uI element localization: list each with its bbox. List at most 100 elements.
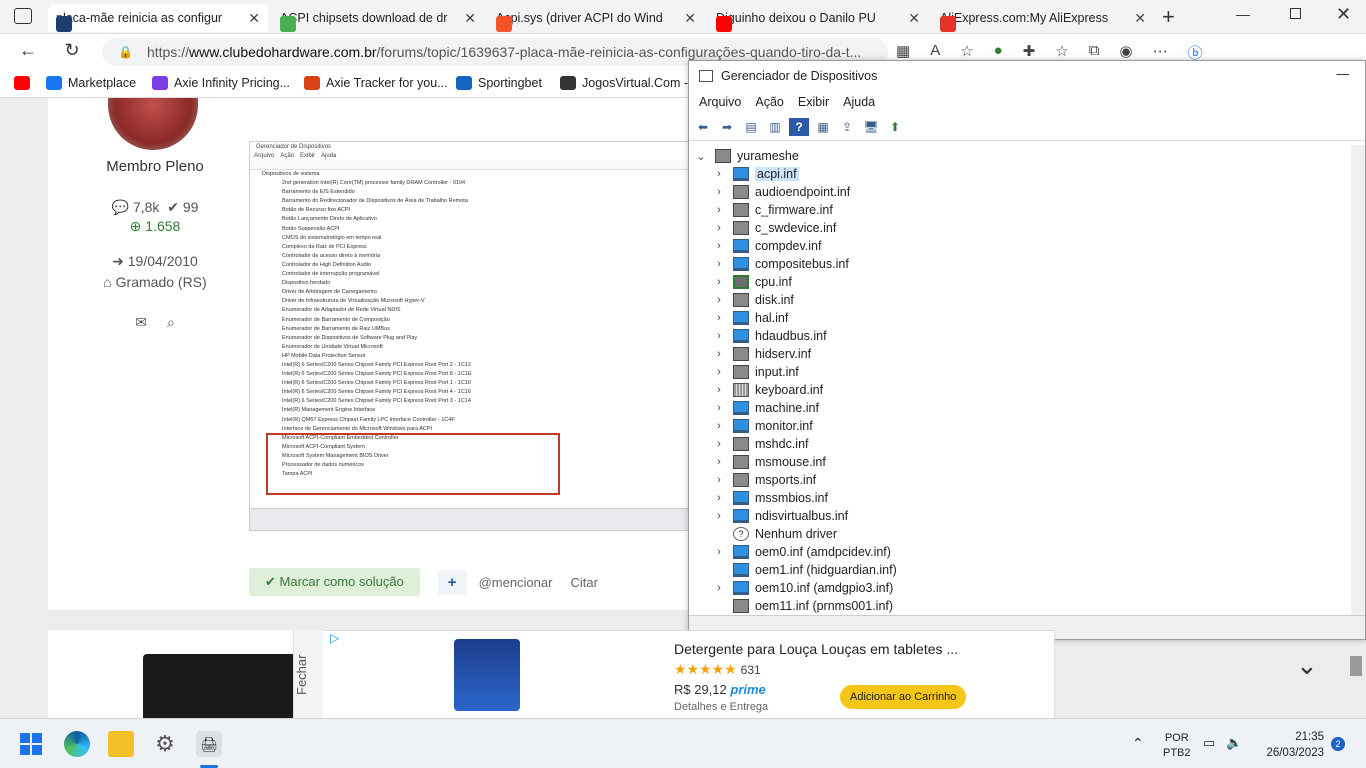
dm-menu-item[interactable]: Ação xyxy=(755,95,784,109)
ad-banner[interactable]: Detergente para Louça Louças em tabletes… xyxy=(293,630,1055,720)
expand-chevron-icon[interactable]: › xyxy=(711,258,727,270)
dm-scrollbar[interactable] xyxy=(1351,145,1365,615)
device-tree-item[interactable]: › hidserv.inf xyxy=(711,345,811,363)
device-tree-item[interactable]: › keyboard.inf xyxy=(711,381,823,399)
device-tree-item[interactable]: › compdev.inf xyxy=(711,237,821,255)
envelope-icon[interactable]: ✉ xyxy=(135,314,167,330)
expand-chevron-icon[interactable]: › xyxy=(711,348,727,360)
edge-icon[interactable] xyxy=(64,731,90,757)
scan-hardware-icon[interactable]: 🖥 xyxy=(861,118,881,136)
ad-close-button[interactable]: Fechar xyxy=(293,630,323,720)
browser-tab[interactable]: AliExpress.com:My AliExpress ✕ xyxy=(932,4,1154,32)
forward-arrow-icon[interactable]: ➡ xyxy=(717,118,737,136)
tab-close-icon[interactable]: ✕ xyxy=(684,10,696,27)
device-tree-item[interactable]: › acpi.inf xyxy=(711,165,799,183)
browser-tab[interactable]: Acpi.sys (driver ACPI do Wind ✕ xyxy=(488,4,704,32)
details-view-icon[interactable]: ▦ xyxy=(813,118,833,136)
add-button[interactable]: + xyxy=(437,569,467,595)
back-icon[interactable]: ← xyxy=(14,40,42,61)
favorite-link[interactable]: JogosVirtual.Com -... xyxy=(560,76,698,90)
dm-minimize-icon[interactable]: — xyxy=(1337,67,1350,81)
tab-actions-icon[interactable] xyxy=(14,8,32,24)
quote-link[interactable]: Citar xyxy=(570,575,597,590)
device-tree-item[interactable]: › audioendpoint.inf xyxy=(711,183,850,201)
tab-close-icon[interactable]: ✕ xyxy=(908,10,920,27)
device-tree-item[interactable]: › input.inf xyxy=(711,363,799,381)
expand-chevron-icon[interactable]: › xyxy=(711,474,727,486)
device-tree-item[interactable]: › msmouse.inf xyxy=(711,453,826,471)
device-tree-item[interactable]: › mssmbios.inf xyxy=(711,489,828,507)
list-view-icon[interactable]: ▥ xyxy=(765,118,785,136)
expand-chevron-icon[interactable]: › xyxy=(711,366,727,378)
device-tree-item[interactable]: › msports.inf xyxy=(711,471,816,489)
device-tree-item[interactable]: › mshdc.inf xyxy=(711,435,809,453)
device-tree-item[interactable]: › hdaudbus.inf xyxy=(711,327,827,345)
device-manager-task-icon[interactable]: 🖨 xyxy=(196,731,222,757)
device-tree-item[interactable]: oem1.inf (hidguardian.inf) xyxy=(711,561,897,579)
expand-chevron-icon[interactable]: › xyxy=(711,402,727,414)
back-arrow-icon[interactable]: ⬅ xyxy=(693,118,713,136)
minimize-icon[interactable]: — xyxy=(1236,6,1250,22)
tree-root[interactable]: ⌄ yurameshe xyxy=(693,147,799,165)
expand-chevron-icon[interactable]: › xyxy=(711,204,727,216)
restore-icon[interactable] xyxy=(1290,8,1301,19)
mark-solution-button[interactable]: ✔ Marcar como solução xyxy=(249,568,420,596)
favorite-link[interactable]: Sportingbet xyxy=(456,76,542,90)
device-tree-item[interactable]: › disk.inf xyxy=(711,291,794,309)
collapse-chevron-icon[interactable]: ⌄ xyxy=(693,150,709,163)
tab-close-icon[interactable]: ✕ xyxy=(464,10,476,27)
close-window-icon[interactable]: ✕ xyxy=(1336,4,1351,25)
clock[interactable]: 21:35 26/03/2023 xyxy=(1258,729,1324,761)
device-tree-item[interactable]: › monitor.inf xyxy=(711,417,813,435)
expand-chevron-icon[interactable]: › xyxy=(711,420,727,432)
browser-tab[interactable]: placa-mãe reinicia as configur ✕ xyxy=(48,4,268,32)
add-legacy-icon[interactable]: ⬆ xyxy=(885,118,905,136)
device-tree-item[interactable]: › ndisvirtualbus.inf xyxy=(711,507,848,525)
tab-close-icon[interactable]: ✕ xyxy=(1134,10,1146,27)
device-tree-item[interactable]: › c_firmware.inf xyxy=(711,201,833,219)
favorite-link[interactable]: Axie Infinity Pricing... xyxy=(152,76,290,90)
post-screenshot[interactable]: Gerenciador de Dispositivos Arquivo Ação E… xyxy=(249,141,689,531)
page-scrollbar-thumb[interactable] xyxy=(1350,656,1362,676)
device-tree-item[interactable]: › hal.inf xyxy=(711,309,788,327)
expand-chevron-icon[interactable]: › xyxy=(711,222,727,234)
expand-chevron-icon[interactable]: › xyxy=(711,582,727,594)
expand-chevron-icon[interactable]: › xyxy=(711,330,727,342)
notification-badge[interactable]: 2 xyxy=(1331,737,1345,751)
device-tree-item[interactable]: oem11.inf (prnms001.inf) xyxy=(711,597,893,615)
device-tree-item[interactable]: › oem10.inf (amdgpio3.inf) xyxy=(711,579,893,597)
device-tree-item[interactable]: › cpu.inf xyxy=(711,273,792,291)
expand-chevron-icon[interactable]: › xyxy=(711,546,727,558)
favorite-link[interactable]: Axie Tracker for you... xyxy=(304,76,448,90)
expand-chevron-icon[interactable]: › xyxy=(711,510,727,522)
dm-menu-item[interactable]: Arquivo xyxy=(699,95,741,109)
expand-chevron-icon[interactable]: › xyxy=(711,186,727,198)
properties-icon[interactable]: ▤ xyxy=(741,118,761,136)
device-tree-item[interactable]: › compositebus.inf xyxy=(711,255,849,273)
collapse-chevron-icon[interactable]: ⌄ xyxy=(1296,650,1318,681)
add-to-cart-button[interactable]: Adicionar ao Carrinho xyxy=(840,685,967,709)
favorite-link[interactable] xyxy=(14,76,36,90)
adchoices-icon[interactable]: ▷ xyxy=(330,631,339,645)
browser-tab[interactable]: ACPI chipsets download de dr ✕ xyxy=(272,4,484,32)
product-title[interactable]: Detergente para Louça Louças em tabletes… xyxy=(674,641,958,657)
expand-chevron-icon[interactable]: › xyxy=(711,168,727,180)
device-tree-item[interactable]: › oem0.inf (amdpcidev.inf) xyxy=(711,543,891,561)
device-tree-item[interactable]: ? Nenhum driver xyxy=(711,525,837,543)
tab-close-icon[interactable]: ✕ xyxy=(248,10,260,27)
help-icon[interactable]: ? xyxy=(789,117,809,136)
file-explorer-icon[interactable] xyxy=(108,731,134,757)
browser-tab[interactable]: Diguinho deixou o Danilo PU ✕ xyxy=(708,4,928,32)
refresh-icon[interactable]: ↻ xyxy=(58,40,86,61)
network-icon[interactable]: ▭ xyxy=(1203,735,1215,751)
windows-start-icon[interactable] xyxy=(18,731,44,757)
language-indicator[interactable]: POR PTB2 xyxy=(1163,731,1191,761)
update-driver-icon[interactable]: ⇪ xyxy=(837,118,857,136)
new-tab-icon[interactable]: + xyxy=(1162,4,1175,30)
favorite-link[interactable]: Marketplace xyxy=(46,76,136,90)
search-icon[interactable]: ⌕ xyxy=(167,314,195,330)
expand-chevron-icon[interactable]: › xyxy=(711,384,727,396)
tray-chevron-icon[interactable]: ⌃ xyxy=(1132,735,1144,752)
expand-chevron-icon[interactable]: › xyxy=(711,276,727,288)
dm-menu-item[interactable]: Exibir xyxy=(798,95,829,109)
